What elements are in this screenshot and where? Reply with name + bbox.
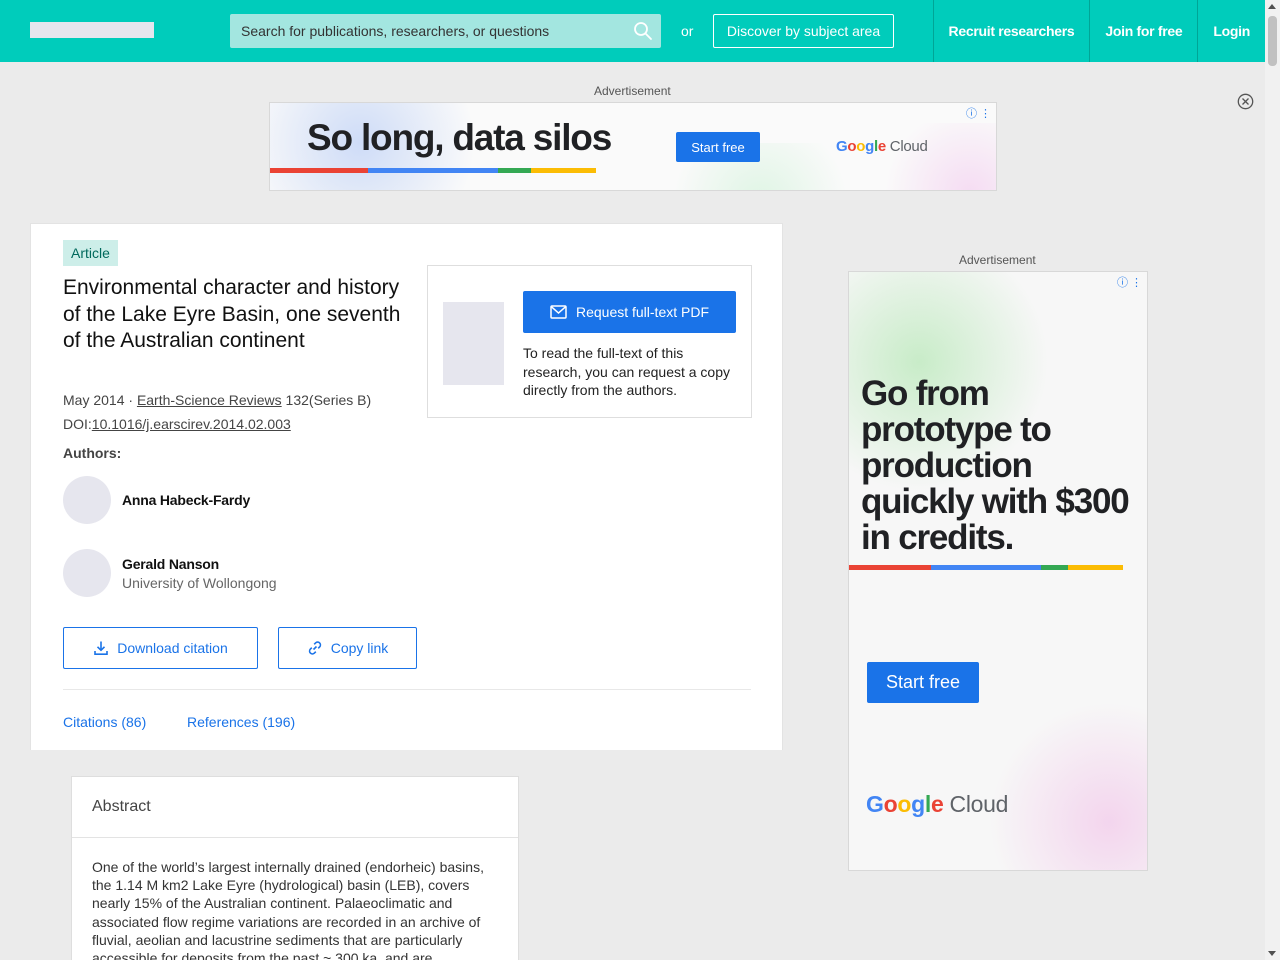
tab-references[interactable]: References (196)	[187, 714, 295, 730]
tab-citations[interactable]: Citations (86)	[63, 714, 146, 730]
ad-background-glow	[870, 123, 996, 190]
download-citation-button[interactable]: Download citation	[63, 627, 258, 669]
article-header-card: Article Environmental character and hist…	[30, 223, 783, 750]
top-banner-ad[interactable]: So long, data silos Start free Google Cl…	[269, 102, 997, 191]
google-cloud-logo: Google Cloud	[836, 138, 928, 155]
author-name[interactable]: Gerald Nanson	[122, 556, 277, 572]
abstract-card: Abstract One of the world’s largest inte…	[71, 776, 519, 960]
download-icon	[94, 641, 109, 655]
mail-icon	[550, 305, 567, 319]
link-icon	[308, 641, 321, 655]
author-avatar[interactable]	[63, 549, 111, 597]
doi-line: DOI:10.1016/j.earscirev.2014.02.003	[63, 416, 291, 432]
ad-start-free-button[interactable]: Start free	[676, 132, 760, 162]
google-cloud-logo: Google Cloud	[866, 791, 1009, 817]
journal-link[interactable]: Earth-Science Reviews	[137, 392, 282, 408]
article-title: Environmental character and history of t…	[63, 276, 401, 352]
abstract-heading: Abstract	[72, 777, 518, 838]
full-text-description: To read the full-text of this research, …	[523, 345, 731, 398]
ad-start-free-button[interactable]: Start free	[867, 662, 979, 703]
side-banner-ad[interactable]: Go from prototype to production quickly …	[848, 271, 1148, 871]
journal-volume: 132(Series B)	[281, 392, 372, 408]
abstract-text: One of the world’s largest internally dr…	[92, 859, 484, 960]
copy-link-button[interactable]: Copy link	[278, 627, 417, 669]
author-institution[interactable]: University of Wollongong	[122, 575, 277, 591]
page-scrollbar[interactable]	[1265, 0, 1280, 960]
scroll-thumb[interactable]	[1268, 16, 1277, 66]
or-separator: or	[681, 23, 694, 39]
author-item[interactable]: Anna Habeck-Fardy	[63, 476, 250, 524]
publication-date: May 2014 ·	[63, 392, 137, 408]
ad-info-icon[interactable]: ⓘ ⋮	[1117, 274, 1142, 290]
scroll-down-arrow-icon[interactable]	[1268, 951, 1276, 956]
ad-color-bar	[849, 565, 1123, 570]
full-text-request-box: Request full-text PDF To read the full-t…	[427, 265, 752, 418]
search-box[interactable]	[230, 14, 661, 48]
pdf-thumbnail	[443, 302, 504, 385]
top-navigation-bar: or Discover by subject area Recruit rese…	[0, 0, 1265, 62]
ad-color-bar	[270, 168, 596, 173]
ad-headline: Go from prototype to production quickly …	[861, 374, 1130, 557]
recruit-researchers-link[interactable]: Recruit researchers	[932, 0, 1090, 62]
request-full-text-label: Request full-text PDF	[575, 304, 710, 320]
scroll-up-arrow-icon[interactable]	[1268, 4, 1276, 9]
publication-meta: May 2014 · Earth-Science Reviews 132(Ser…	[63, 392, 371, 408]
ad-label-top: Advertisement	[594, 84, 671, 98]
ad-headline: So long, data silos	[307, 117, 612, 158]
download-citation-label: Download citation	[117, 640, 228, 656]
author-avatar[interactable]	[63, 476, 111, 524]
header-nav: Recruit researchers Join for free Login	[932, 0, 1265, 62]
discover-by-subject-button[interactable]: Discover by subject area	[713, 14, 894, 48]
doi-label: DOI:	[63, 416, 92, 432]
search-icon[interactable]	[633, 21, 653, 41]
author-name[interactable]: Anna Habeck-Fardy	[122, 492, 250, 508]
request-full-text-button[interactable]: Request full-text PDF	[523, 291, 736, 333]
article-type-badge: Article	[63, 240, 118, 266]
ad-info-icon[interactable]: ⓘ ⋮	[966, 105, 991, 121]
search-input[interactable]	[230, 14, 661, 48]
copy-link-label: Copy link	[330, 640, 389, 656]
close-ad-icon[interactable]	[1237, 93, 1254, 110]
site-logo[interactable]	[30, 22, 154, 38]
join-for-free-link[interactable]: Join for free	[1089, 0, 1197, 62]
doi-link[interactable]: 10.1016/j.earscirev.2014.02.003	[92, 416, 291, 432]
ad-label-side: Advertisement	[959, 253, 1036, 267]
divider	[63, 689, 751, 690]
authors-heading: Authors:	[63, 445, 122, 461]
login-link[interactable]: Login	[1197, 0, 1265, 62]
author-item[interactable]: Gerald Nanson University of Wollongong	[63, 549, 277, 597]
ad-background-glow	[989, 702, 1147, 870]
